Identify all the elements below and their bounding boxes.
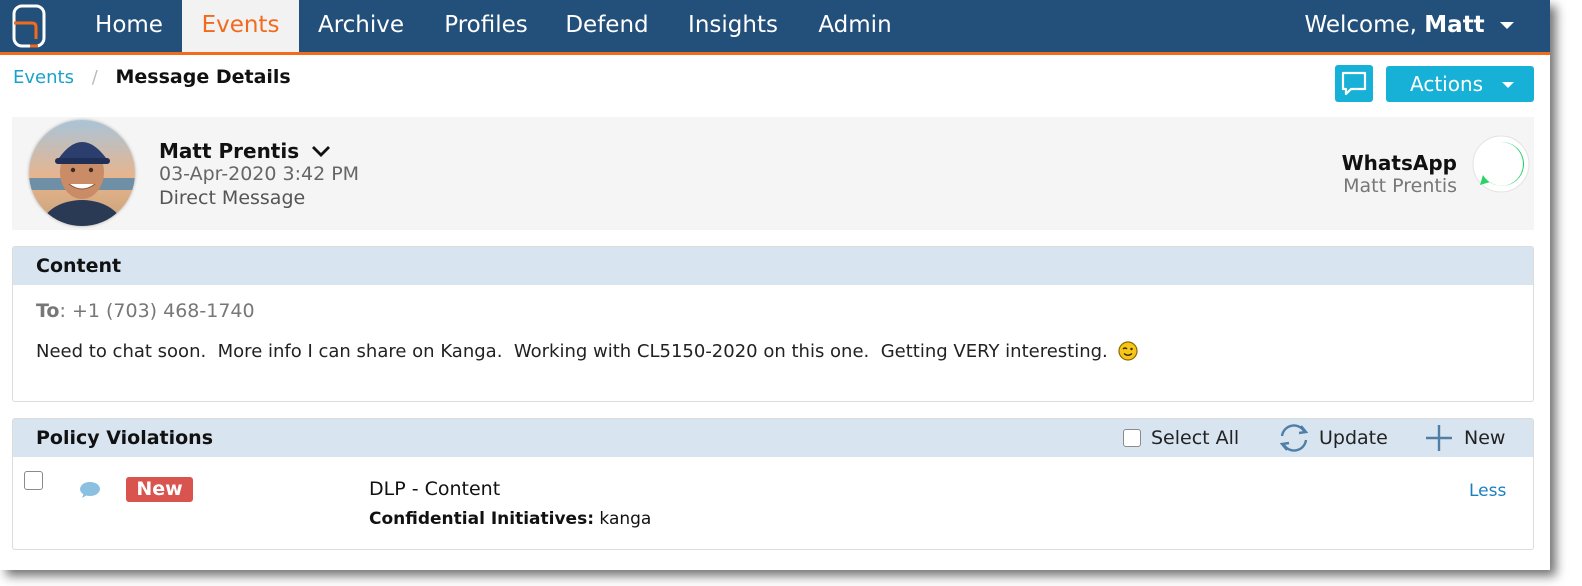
violation-row-checkbox[interactable] [24, 471, 43, 490]
nav-admin[interactable]: Admin [806, 0, 904, 52]
channel-name: WhatsApp [1341, 151, 1457, 175]
app-logo-icon[interactable] [10, 3, 50, 49]
nav-archive[interactable]: Archive [305, 0, 417, 52]
message-text: Need to chat soon. More info I can share… [36, 341, 1108, 362]
to-label: To [36, 300, 60, 322]
actions-dropdown-button[interactable]: Actions [1386, 66, 1534, 102]
breadcrumb-events-link[interactable]: Events [13, 67, 74, 88]
chevron-down-icon[interactable] [310, 143, 332, 159]
select-all-label: Select All [1151, 427, 1240, 449]
actions-label: Actions [1410, 72, 1484, 96]
violation-detail: Confidential Initiatives: kanga [369, 509, 651, 529]
page-title: Message Details [115, 66, 291, 88]
select-all-toggle[interactable]: Select All [1123, 426, 1239, 450]
breadcrumb-separator: / [91, 67, 98, 88]
caret-down-icon [1500, 22, 1514, 29]
nav-home[interactable]: Home [82, 0, 176, 52]
policy-violations-panel: Policy Violations Select All Update New … [12, 418, 1534, 550]
update-button[interactable]: Update [1275, 421, 1388, 455]
avatar [29, 120, 135, 226]
to-value: : +1 (703) 468-1740 [59, 300, 255, 322]
caret-down-icon [1502, 82, 1514, 88]
app-window: Home Events Archive Profiles Defend Insi… [0, 0, 1550, 570]
channel-user: Matt Prentis [1343, 175, 1457, 197]
comment-icon[interactable] [79, 481, 101, 499]
user-menu[interactable]: Welcome, Matt [1304, 0, 1514, 52]
nav-profiles[interactable]: Profiles [430, 0, 542, 52]
policy-violations-heading: Policy Violations [36, 427, 214, 449]
content-panel: Content To: +1 (703) 468-1740 Need to ch… [12, 246, 1534, 402]
update-label: Update [1319, 427, 1388, 449]
username: Matt [1424, 12, 1485, 38]
message-timestamp: 03-Apr-2020 3:42 PM [159, 163, 360, 185]
status-badge: New [126, 477, 193, 502]
wink-emoji-icon [1118, 341, 1138, 361]
policy-violations-header: Policy Violations Select All Update New [13, 419, 1533, 457]
whatsapp-icon [1472, 135, 1530, 193]
breadcrumb: Events / Message Details [13, 66, 291, 88]
refresh-icon [1279, 424, 1309, 452]
content-heading: Content [13, 247, 1533, 285]
less-toggle-link[interactable]: Less [1469, 481, 1506, 501]
violation-policy-name: DLP - Content [369, 478, 501, 500]
message-type: Direct Message [159, 187, 306, 209]
message-body: Need to chat soon. More info I can share… [36, 341, 1138, 362]
message-header: Matt Prentis 03-Apr-2020 3:42 PM Direct … [12, 117, 1534, 230]
recipient-line: To: +1 (703) 468-1740 [36, 300, 255, 322]
plus-icon [1426, 425, 1452, 451]
sender-name: Matt Prentis [159, 139, 300, 163]
new-violation-button[interactable]: New [1424, 421, 1505, 455]
chat-bubble-icon [1341, 71, 1367, 96]
select-all-checkbox[interactable] [1123, 429, 1141, 447]
welcome-text: Welcome, [1304, 12, 1417, 38]
chat-button[interactable] [1335, 65, 1373, 102]
top-nav-bar: Home Events Archive Profiles Defend Insi… [0, 0, 1550, 55]
nav-insights[interactable]: Insights [674, 0, 792, 52]
violation-detail-label: Confidential Initiatives: [369, 509, 594, 529]
nav-defend[interactable]: Defend [555, 0, 659, 52]
new-label: New [1464, 427, 1506, 449]
nav-events[interactable]: Events [182, 0, 299, 52]
violation-detail-value: kanga [594, 509, 652, 529]
